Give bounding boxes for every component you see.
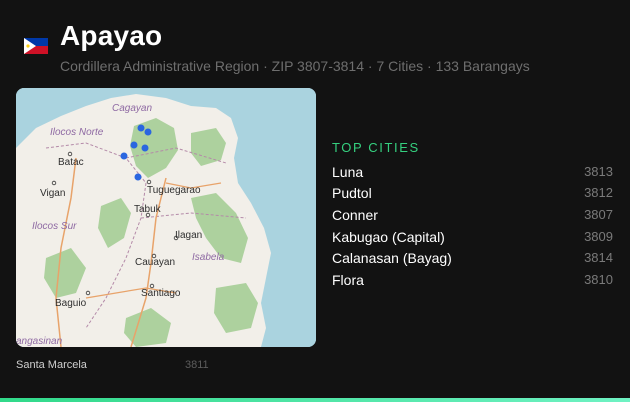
city-name: Kabugao (Capital)	[332, 229, 445, 245]
map-label-tuguegarao: Tuguegarao	[147, 185, 201, 196]
province-title: Apayao	[60, 20, 163, 51]
map-label-cagayan: Cagayan	[112, 103, 152, 114]
philippines-flag-icon	[24, 38, 48, 54]
city-marker[interactable]	[141, 144, 149, 152]
city-marker[interactable]	[130, 141, 138, 149]
map-label-vigan: Vigan	[40, 188, 65, 199]
map-label-tabuk: Tabuk	[134, 204, 162, 215]
extra-city-name: Santa Marcela	[16, 359, 87, 371]
province-subtitle: Cordillera Administrative Region · ZIP 3…	[60, 58, 530, 74]
city-row[interactable]: Calanasan (Bayag) 3814	[332, 250, 613, 266]
map-label-ilagan: Ilagan	[175, 230, 202, 241]
extra-city-zip: 3811	[185, 359, 209, 371]
map-label-pangasinan: angasinan	[16, 336, 63, 347]
city-row[interactable]: Luna 3813	[332, 164, 613, 180]
city-zip: 3813	[584, 164, 613, 179]
map-label-cauayan: Cauayan	[135, 257, 175, 268]
city-marker[interactable]	[137, 124, 145, 132]
city-zip: 3812	[584, 185, 613, 200]
city-name: Conner	[332, 207, 378, 223]
city-zip: 3810	[584, 272, 613, 287]
city-zip: 3809	[584, 229, 613, 244]
province-map[interactable]: Cagayan Ilocos Norte Batac Vigan Ilocos …	[16, 88, 316, 347]
city-row[interactable]: Pudtol 3812	[332, 185, 613, 201]
city-marker[interactable]	[144, 128, 152, 136]
map-label-ilocos-sur: Ilocos Sur	[32, 221, 77, 232]
top-cities-heading: TOP CITIES	[332, 140, 420, 155]
city-row[interactable]: Kabugao (Capital) 3809	[332, 229, 613, 245]
city-name: Luna	[332, 164, 364, 180]
city-name: Calanasan (Bayag)	[332, 250, 452, 266]
accent-bar	[0, 398, 630, 402]
city-name: Flora	[332, 272, 364, 288]
city-zip: 3807	[584, 207, 613, 222]
map-label-ilocos-norte: Ilocos Norte	[50, 127, 104, 138]
map-label-batac: Batac	[58, 157, 84, 168]
city-row[interactable]: Conner 3807	[332, 207, 613, 223]
city-marker[interactable]	[134, 173, 142, 181]
city-name: Pudtol	[332, 185, 372, 201]
city-zip: 3814	[584, 250, 613, 265]
map-label-santiago: Santiago	[141, 288, 181, 299]
city-row[interactable]: Flora 3810	[332, 272, 613, 288]
map-label-baguio: Baguio	[55, 298, 87, 309]
map-label-isabela: Isabela	[192, 252, 225, 263]
city-marker[interactable]	[120, 152, 128, 160]
